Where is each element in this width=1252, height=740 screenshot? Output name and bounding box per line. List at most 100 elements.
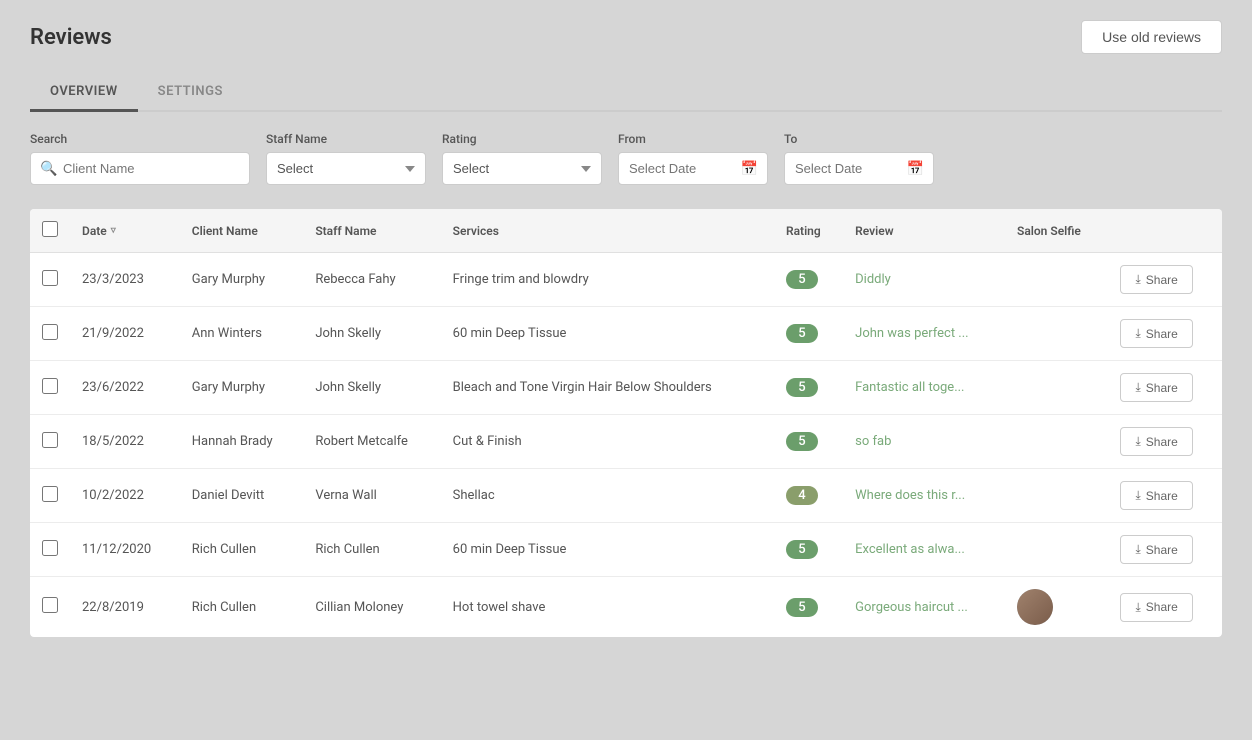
row-rating: 4 (774, 469, 843, 523)
use-old-reviews-button[interactable]: Use old reviews (1081, 20, 1222, 54)
row-share-cell: ⤓ Share (1108, 415, 1222, 469)
share-button[interactable]: ⤓ Share (1120, 373, 1192, 402)
share-button[interactable]: ⤓ Share (1120, 481, 1192, 510)
staff-name-label: Staff Name (266, 132, 426, 146)
share-button[interactable]: ⤓ Share (1120, 265, 1192, 294)
rating-badge: 5 (786, 540, 818, 559)
row-checkbox[interactable] (42, 270, 58, 286)
share-icon: ⤓ (1135, 488, 1140, 503)
row-services: Fringe trim and blowdry (441, 253, 774, 307)
row-staff: Cillian Moloney (303, 577, 440, 638)
table-row: 10/2/2022Daniel DevittVerna WallShellac4… (30, 469, 1222, 523)
row-checkbox-cell (30, 469, 70, 523)
table-row: 22/8/2019Rich CullenCillian MoloneyHot t… (30, 577, 1222, 638)
search-filter-group: Search 🔍 (30, 132, 250, 185)
share-button[interactable]: ⤓ Share (1120, 427, 1192, 456)
reviews-table-container: Date ▿ Client Name Staff Name Services R… (30, 209, 1222, 637)
row-share-cell: ⤓ Share (1108, 523, 1222, 577)
row-checkbox[interactable] (42, 540, 58, 556)
row-checkbox[interactable] (42, 597, 58, 613)
row-staff: Rebecca Fahy (303, 253, 440, 307)
table-body: 23/3/2023Gary MurphyRebecca FahyFringe t… (30, 253, 1222, 638)
share-button[interactable]: ⤓ Share (1120, 593, 1192, 622)
row-date: 10/2/2022 (70, 469, 180, 523)
tabs: OVERVIEW SETTINGS (30, 74, 1222, 112)
row-review: Diddly (843, 253, 1005, 307)
row-rating: 5 (774, 253, 843, 307)
row-review: Fantastic all toge... (843, 361, 1005, 415)
share-button[interactable]: ⤓ Share (1120, 535, 1192, 564)
table-row: 11/12/2020Rich CullenRich Cullen60 min D… (30, 523, 1222, 577)
row-selfie (1005, 577, 1108, 638)
table-header-row: Date ▿ Client Name Staff Name Services R… (30, 209, 1222, 253)
rating-select[interactable]: Select 1 2 3 4 5 (442, 152, 602, 185)
search-input[interactable] (30, 152, 250, 185)
row-client: Gary Murphy (180, 253, 304, 307)
table-row: 21/9/2022Ann WintersJohn Skelly60 min De… (30, 307, 1222, 361)
review-text: Where does this r... (855, 488, 965, 503)
search-input-wrap: 🔍 (30, 152, 250, 185)
th-date: Date ▿ (70, 209, 180, 253)
row-selfie (1005, 361, 1108, 415)
staff-name-select[interactable]: Select Rebecca Fahy John Skelly Robert M… (266, 152, 426, 185)
row-date: 11/12/2020 (70, 523, 180, 577)
date-sort[interactable]: Date ▿ (82, 224, 168, 238)
row-checkbox[interactable] (42, 324, 58, 340)
row-checkbox[interactable] (42, 432, 58, 448)
review-text: Gorgeous haircut ... (855, 600, 968, 615)
row-checkbox-cell (30, 523, 70, 577)
row-client: Daniel Devitt (180, 469, 304, 523)
avatar (1017, 589, 1053, 625)
reviews-table: Date ▿ Client Name Staff Name Services R… (30, 209, 1222, 637)
th-services: Services (441, 209, 774, 253)
row-services: Bleach and Tone Virgin Hair Below Should… (441, 361, 774, 415)
row-checkbox-cell (30, 361, 70, 415)
review-text: Diddly (855, 272, 891, 287)
table-row: 23/3/2023Gary MurphyRebecca FahyFringe t… (30, 253, 1222, 307)
review-text: Excellent as alwa... (855, 542, 965, 557)
row-review: Where does this r... (843, 469, 1005, 523)
row-checkbox-cell (30, 577, 70, 638)
header: Reviews Use old reviews (30, 20, 1222, 54)
row-checkbox[interactable] (42, 486, 58, 502)
filters: Search 🔍 Staff Name Select Rebecca Fahy … (30, 132, 1222, 185)
row-share-cell: ⤓ Share (1108, 469, 1222, 523)
row-client: Rich Cullen (180, 523, 304, 577)
row-share-cell: ⤓ Share (1108, 577, 1222, 638)
rating-badge: 4 (786, 486, 818, 505)
staff-name-filter-group: Staff Name Select Rebecca Fahy John Skel… (266, 132, 426, 185)
rating-badge: 5 (786, 598, 818, 617)
row-date: 18/5/2022 (70, 415, 180, 469)
row-staff: John Skelly (303, 361, 440, 415)
row-selfie (1005, 307, 1108, 361)
row-share-cell: ⤓ Share (1108, 307, 1222, 361)
share-icon: ⤓ (1135, 542, 1140, 557)
row-client: Ann Winters (180, 307, 304, 361)
row-client: Hannah Brady (180, 415, 304, 469)
row-checkbox[interactable] (42, 378, 58, 394)
to-label: To (784, 132, 934, 146)
row-services: Cut & Finish (441, 415, 774, 469)
rating-badge: 5 (786, 324, 818, 343)
row-checkbox-cell (30, 253, 70, 307)
search-label: Search (30, 132, 250, 146)
select-all-checkbox[interactable] (42, 221, 58, 237)
row-rating: 5 (774, 361, 843, 415)
row-rating: 5 (774, 307, 843, 361)
review-text: so fab (855, 434, 891, 449)
from-filter-group: From 📅 (618, 132, 768, 185)
from-label: From (618, 132, 768, 146)
to-date-wrap: 📅 (784, 152, 934, 185)
tab-overview[interactable]: OVERVIEW (30, 74, 138, 112)
tab-settings[interactable]: SETTINGS (138, 74, 243, 112)
row-staff: Robert Metcalfe (303, 415, 440, 469)
share-button[interactable]: ⤓ Share (1120, 319, 1192, 348)
th-salon-selfie: Salon Selfie (1005, 209, 1108, 253)
row-review: Excellent as alwa... (843, 523, 1005, 577)
share-icon: ⤓ (1135, 272, 1140, 287)
rating-badge: 5 (786, 378, 818, 397)
row-selfie (1005, 469, 1108, 523)
row-services: 60 min Deep Tissue (441, 523, 774, 577)
share-icon: ⤓ (1135, 434, 1140, 449)
share-icon: ⤓ (1135, 326, 1140, 341)
